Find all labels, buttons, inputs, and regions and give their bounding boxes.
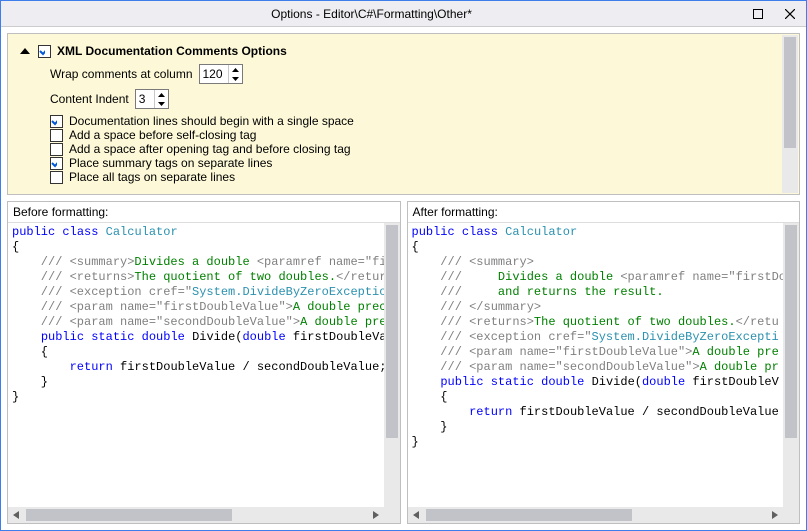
before-panel: Before formatting: public class Calculat… bbox=[7, 201, 401, 524]
hscrollbar[interactable] bbox=[8, 507, 384, 523]
vscrollbar[interactable] bbox=[384, 223, 400, 507]
preview-row: Before formatting: public class Calculat… bbox=[7, 201, 800, 524]
option-label: Add a space before self-closing tag bbox=[69, 128, 256, 142]
after-code: public class Calculator { /// <summary> … bbox=[408, 223, 800, 452]
before-code: public class Calculator { /// <summary>D… bbox=[8, 223, 400, 407]
wrap-input[interactable] bbox=[200, 65, 228, 83]
indent-label: Content Indent bbox=[50, 92, 129, 106]
options-body: Wrap comments at column Content Indent bbox=[18, 64, 789, 184]
content: XML Documentation Comments Options Wrap … bbox=[1, 27, 806, 530]
option-checkbox[interactable] bbox=[50, 115, 63, 128]
spinner-arrows[interactable] bbox=[228, 65, 242, 83]
option-checkbox[interactable] bbox=[50, 157, 63, 170]
collapse-icon[interactable] bbox=[18, 44, 32, 58]
before-code-wrap: public class Calculator { /// <summary>D… bbox=[8, 222, 400, 523]
options-header-label: XML Documentation Comments Options bbox=[57, 44, 287, 58]
wrap-spinner[interactable] bbox=[199, 64, 243, 84]
option-label: Documentation lines should begin with a … bbox=[69, 114, 354, 128]
option-label: Place all tags on separate lines bbox=[69, 170, 235, 184]
options-panel: XML Documentation Comments Options Wrap … bbox=[7, 33, 800, 195]
option-row: Place all tags on separate lines bbox=[50, 170, 789, 184]
before-label: Before formatting: bbox=[8, 202, 400, 222]
after-panel: After formatting: public class Calculato… bbox=[407, 201, 801, 524]
option-checkbox[interactable] bbox=[50, 143, 63, 156]
option-row: Add a space before self-closing tag bbox=[50, 128, 789, 142]
after-label: After formatting: bbox=[408, 202, 800, 222]
header-checkbox[interactable] bbox=[38, 45, 51, 58]
options-header: XML Documentation Comments Options bbox=[18, 44, 789, 58]
spinner-arrows[interactable] bbox=[154, 90, 168, 108]
option-checkbox[interactable] bbox=[50, 171, 63, 184]
indent-spinner[interactable] bbox=[135, 89, 169, 109]
option-label: Place summary tags on separate lines bbox=[69, 156, 272, 170]
maximize-button[interactable] bbox=[742, 1, 774, 26]
option-label: Add a space after opening tag and before… bbox=[69, 142, 351, 156]
window-title: Options - Editor\C#\Formatting\Other* bbox=[1, 7, 742, 21]
wrap-row: Wrap comments at column bbox=[50, 64, 789, 84]
vscrollbar[interactable] bbox=[783, 223, 799, 507]
titlebar: Options - Editor\C#\Formatting\Other* bbox=[1, 1, 806, 27]
options-scrollbar[interactable] bbox=[782, 35, 798, 193]
indent-input[interactable] bbox=[136, 90, 154, 108]
hscrollbar[interactable] bbox=[408, 507, 784, 523]
close-button[interactable] bbox=[774, 1, 806, 26]
after-code-wrap: public class Calculator { /// <summary> … bbox=[408, 222, 800, 523]
option-row: Add a space after opening tag and before… bbox=[50, 142, 789, 156]
option-row: Documentation lines should begin with a … bbox=[50, 114, 789, 128]
indent-row: Content Indent bbox=[50, 89, 789, 109]
wrap-label: Wrap comments at column bbox=[50, 67, 193, 81]
option-checkbox[interactable] bbox=[50, 129, 63, 142]
option-row: Place summary tags on separate lines bbox=[50, 156, 789, 170]
